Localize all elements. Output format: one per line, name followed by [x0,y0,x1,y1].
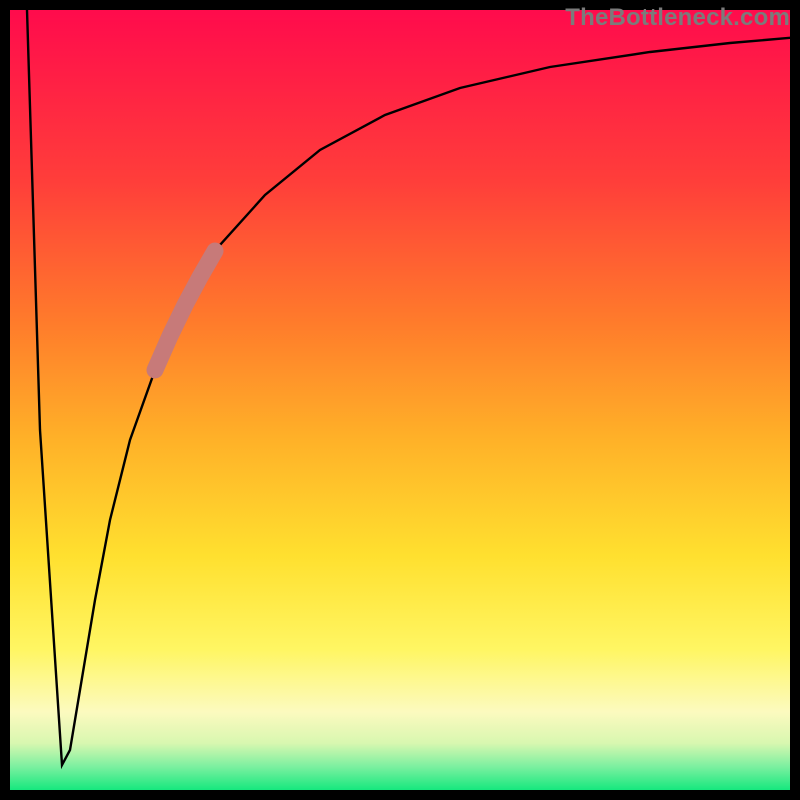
watermark-text: TheBottleneck.com [565,4,790,32]
chart-frame: { "watermark": "TheBottleneck.com", "col… [0,0,800,800]
plot-background [10,10,790,790]
chart-svg [0,0,800,800]
